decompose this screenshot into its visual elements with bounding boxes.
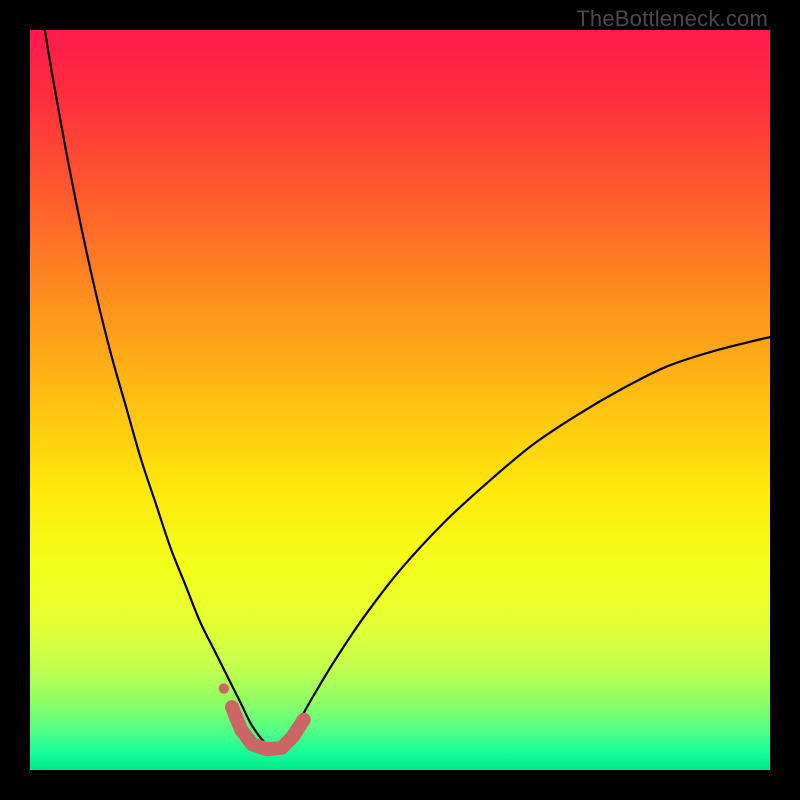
watermark-text: TheBottleneck.com	[576, 6, 768, 32]
chart-frame	[30, 30, 770, 770]
marker-dot	[219, 683, 229, 693]
gradient-background	[30, 30, 770, 770]
bottleneck-chart	[30, 30, 770, 770]
